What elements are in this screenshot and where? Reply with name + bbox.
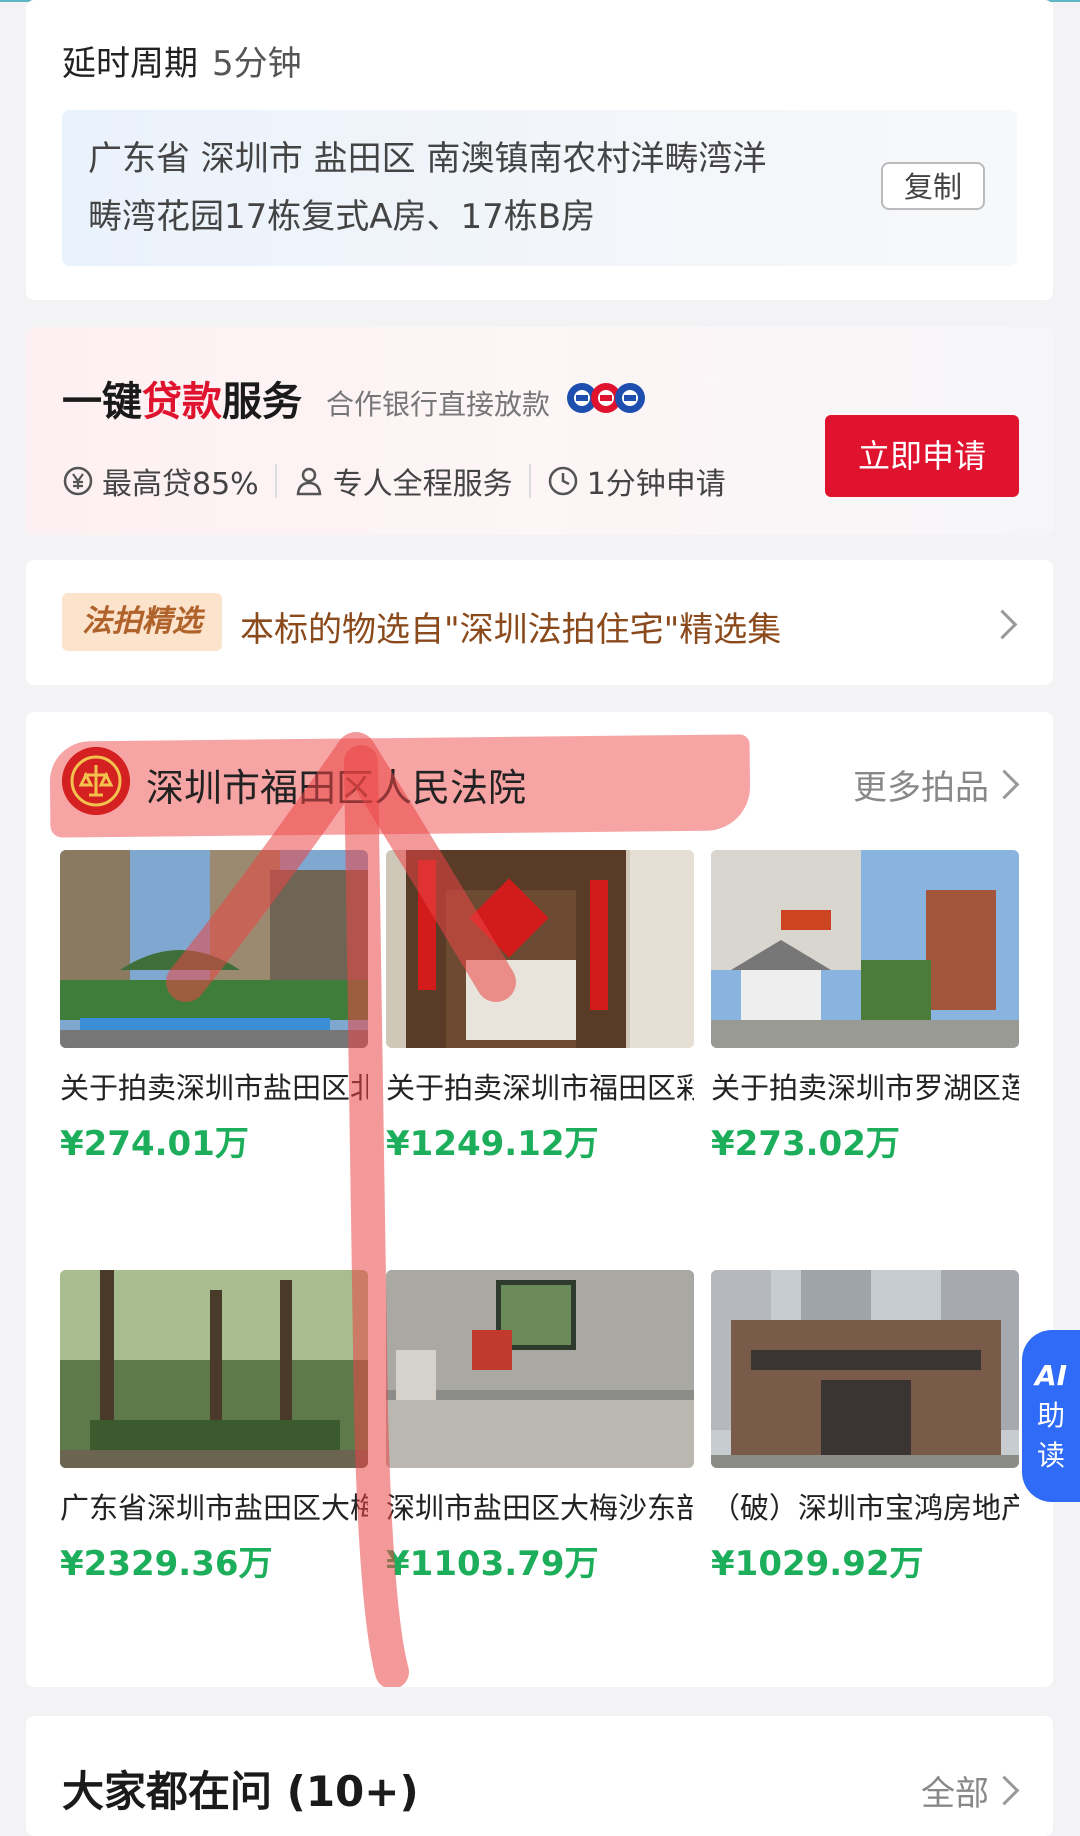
listing-title: 关于拍卖深圳市福田区彩田路与福中三... bbox=[386, 1071, 694, 1105]
listing-price: ¥274.01万 bbox=[60, 1124, 249, 1164]
listing-price: ¥1103.79万 bbox=[386, 1544, 599, 1584]
selection-card[interactable]: 法拍精选 本标的物选自"深圳法拍住宅"精选集 bbox=[26, 560, 1053, 685]
feature-label: 专人全程服务 bbox=[332, 467, 513, 502]
address-box: 广东省 深圳市 盐田区 南澳镇南农村洋畴湾洋畴湾花园17栋复式A房、17栋B房 … bbox=[62, 110, 1017, 266]
listing-price: ¥1029.92万 bbox=[711, 1544, 924, 1584]
faq-all-link[interactable]: 全部 bbox=[921, 1766, 989, 1815]
delay-row: 延时周期 5分钟 bbox=[62, 36, 302, 85]
selection-tag: 法拍精选 bbox=[62, 593, 222, 651]
loan-title-pre: 一键 bbox=[62, 379, 142, 425]
delay-value: 5分钟 bbox=[212, 44, 302, 84]
chevron-right-icon bbox=[989, 1775, 1020, 1806]
divider bbox=[528, 464, 531, 498]
clock-icon bbox=[548, 466, 577, 496]
listing-item[interactable]: 深圳市盐田区大梅沙东部华侨城天麓六... ¥1103.79万 bbox=[386, 1270, 694, 1585]
listing-photo bbox=[386, 850, 694, 1048]
listing-item[interactable]: 关于拍卖深圳市盐田区北山道山海四季... ¥274.01万 bbox=[60, 850, 368, 1165]
person-icon bbox=[296, 467, 322, 496]
more-items-link[interactable]: 更多拍品 bbox=[853, 760, 989, 809]
ai-reading-assistant-button[interactable]: AI 助 读 bbox=[1022, 1330, 1080, 1502]
loan-subtitle: 合作银行直接放款 bbox=[326, 388, 551, 421]
court-name[interactable]: 深圳市福田区人民法院 bbox=[146, 757, 526, 812]
loan-title-red: 贷款 bbox=[142, 379, 222, 425]
chevron-right-icon bbox=[989, 769, 1020, 800]
ai-label: AI bbox=[1034, 1359, 1068, 1392]
loan-service-card: 一键贷款服务 合作银行直接放款 最高贷85% 专人全程服务 1分钟申请 立即申请 bbox=[26, 327, 1053, 535]
chevron-right-icon bbox=[987, 609, 1018, 640]
feature-one-minute: 1分钟申请 bbox=[547, 459, 726, 503]
delay-address-card: 延时周期 5分钟 广东省 深圳市 盐田区 南澳镇南农村洋畴湾洋畴湾花园17栋复式A… bbox=[26, 0, 1053, 300]
listing-photo bbox=[386, 1270, 694, 1468]
feature-label: 最高贷85% bbox=[102, 467, 259, 502]
delay-label: 延时周期 bbox=[62, 44, 198, 84]
listing-title: 深圳市盐田区大梅沙东部华侨城天麓六... bbox=[386, 1491, 694, 1525]
faq-title: 大家都在问 (10+) bbox=[62, 1767, 419, 1816]
listing-item[interactable]: 关于拍卖深圳市罗湖区莲塘罗沙路鹿茵... ¥273.02万 bbox=[711, 850, 1019, 1165]
loan-title: 一键贷款服务 bbox=[62, 369, 302, 427]
listing-item[interactable]: 广东省深圳市盐田区大梅沙盐排路西南... ¥2329.36万 bbox=[60, 1270, 368, 1585]
listing-price: ¥2329.36万 bbox=[60, 1544, 273, 1584]
court-emblem-icon bbox=[62, 747, 130, 815]
listing-price: ¥1249.12万 bbox=[386, 1124, 599, 1164]
listing-title: 关于拍卖深圳市罗湖区莲塘罗沙路鹿茵... bbox=[711, 1071, 1019, 1105]
yuan-icon bbox=[63, 466, 93, 496]
loan-features: 最高贷85% 专人全程服务 1分钟申请 bbox=[62, 459, 726, 503]
address-text: 广东省 深圳市 盐田区 南澳镇南农村洋畴湾洋畴湾花园17栋复式A房、17栋B房 bbox=[88, 139, 767, 237]
ai-label-du: 读 bbox=[1036, 1439, 1065, 1472]
copy-button[interactable]: 复制 bbox=[881, 162, 985, 210]
selection-text: 本标的物选自"深圳法拍住宅"精选集 bbox=[240, 610, 782, 650]
more-items-label: 更多拍品 bbox=[853, 768, 989, 808]
listing-title: 关于拍卖深圳市盐田区北山道山海四季... bbox=[60, 1071, 368, 1105]
listing-item[interactable]: 关于拍卖深圳市福田区彩田路与福中三... ¥1249.12万 bbox=[386, 850, 694, 1165]
bank-logos-icon bbox=[567, 383, 645, 413]
listing-title: （破）深圳市宝鸿房地产开发有限公司... bbox=[711, 1491, 1019, 1525]
feature-max-loan: 最高贷85% bbox=[62, 459, 259, 503]
apply-now-button[interactable]: 立即申请 bbox=[825, 415, 1019, 497]
listing-item[interactable]: （破）深圳市宝鸿房地产开发有限公司... ¥1029.92万 bbox=[711, 1270, 1019, 1585]
court-card: 深圳市福田区人民法院 更多拍品 关于拍卖深圳市盐田区北山道山海四季... ¥27… bbox=[26, 712, 1053, 1687]
feature-personal-service: 专人全程服务 bbox=[293, 459, 513, 503]
loan-title-post: 服务 bbox=[222, 379, 302, 425]
divider bbox=[274, 464, 277, 498]
ai-label-zhu: 助 bbox=[1036, 1399, 1065, 1432]
listing-photo bbox=[711, 1270, 1019, 1468]
listing-photo bbox=[60, 850, 368, 1048]
faq-card: 大家都在问 (10+) 全部 bbox=[26, 1716, 1053, 1836]
listing-price: ¥273.02万 bbox=[711, 1124, 900, 1164]
listing-photo bbox=[711, 850, 1019, 1048]
listing-photo bbox=[60, 1270, 368, 1468]
listing-title: 广东省深圳市盐田区大梅沙盐排路西南... bbox=[60, 1491, 368, 1525]
feature-label: 1分钟申请 bbox=[586, 467, 726, 502]
